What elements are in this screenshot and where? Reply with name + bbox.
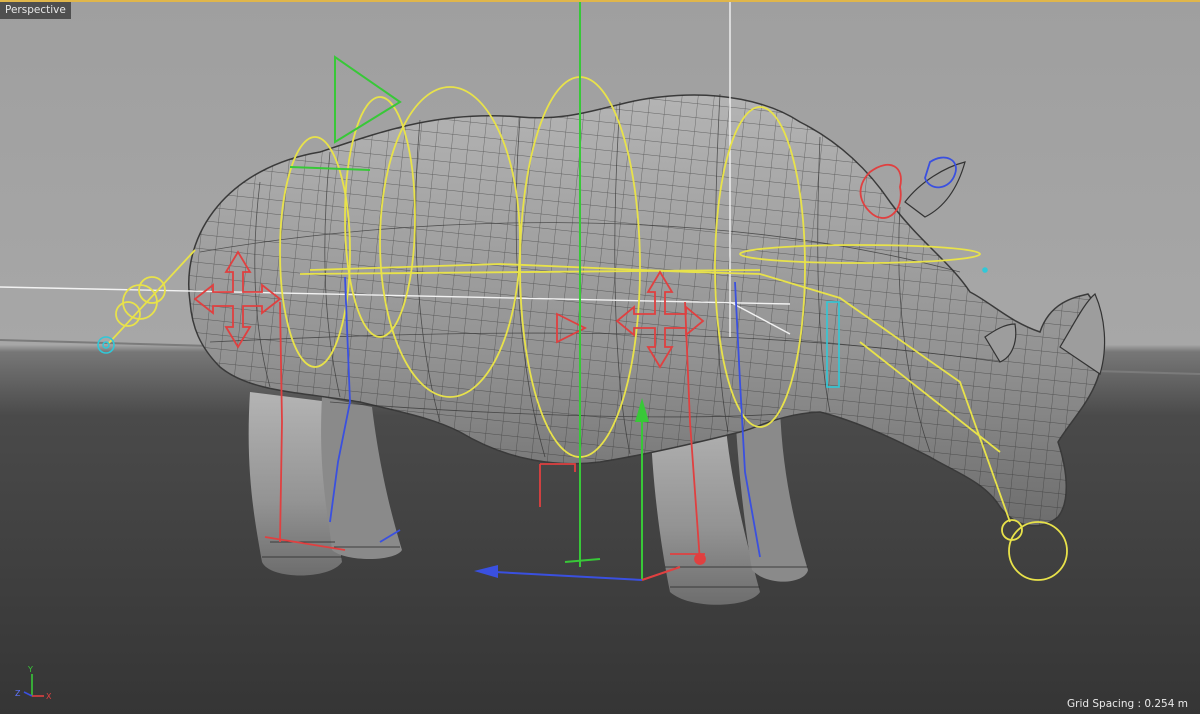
axis-z-label: Z: [15, 689, 21, 698]
grid-spacing-readout: Grid Spacing : 0.254 m: [1067, 698, 1188, 710]
3d-viewport[interactable]: Perspective Y X Z Grid Spacing : 0.254 m: [0, 0, 1200, 714]
axis-x-label: X: [46, 692, 52, 701]
viewport-scene[interactable]: [0, 2, 1200, 714]
camera-label[interactable]: Perspective: [0, 2, 71, 19]
world-axis-gizmo: Y X Z: [15, 665, 52, 701]
axis-y-label: Y: [27, 665, 33, 674]
